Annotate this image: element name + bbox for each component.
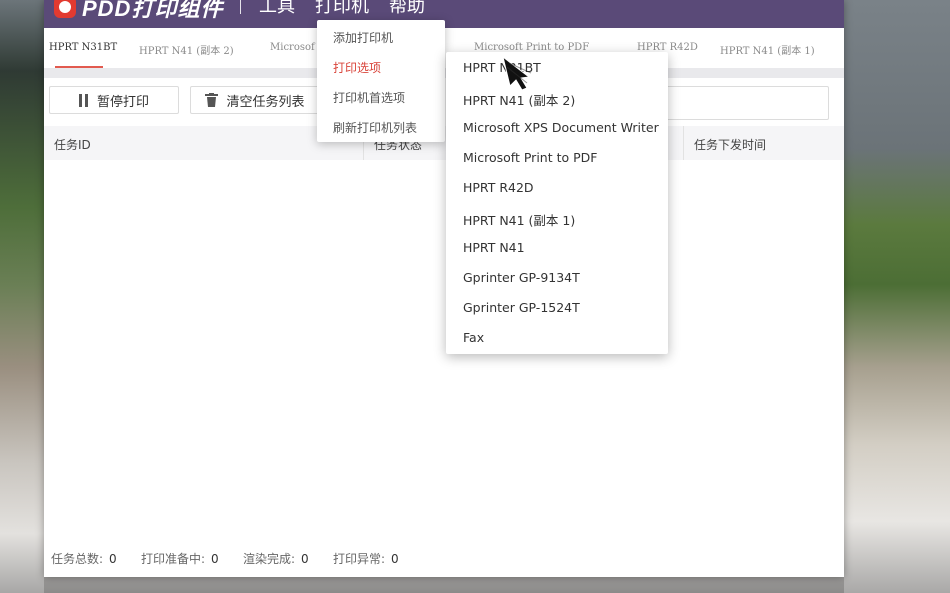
column-task-id: 任务ID	[54, 138, 91, 152]
menu-help[interactable]: 帮助	[389, 0, 425, 18]
stat-error-label: 打印异常:	[333, 552, 386, 566]
stat-total-value: 0	[109, 552, 117, 566]
tab-hprt-n31bt[interactable]: HPRT N31BT	[49, 42, 117, 53]
tab-microsoft-xps[interactable]: Microsof	[270, 42, 315, 53]
menu-add-printer[interactable]: 添加打印机	[333, 29, 393, 46]
submenu-printer-item[interactable]: HPRT N41 (副本 1)	[463, 210, 575, 229]
printer-menu-dropdown: 添加打印机 打印选项 打印机首选项 刷新打印机列表	[317, 20, 445, 142]
submenu-printer-item[interactable]: Microsoft XPS Document Writer	[463, 120, 659, 135]
clear-tasks-button[interactable]: 清空任务列表	[190, 86, 320, 114]
desktop-background-left	[0, 0, 44, 593]
menu-refresh-printers[interactable]: 刷新打印机列表	[333, 119, 417, 136]
pause-print-button[interactable]: 暂停打印	[49, 86, 179, 114]
submenu-printer-item[interactable]: Gprinter GP-9134T	[463, 270, 580, 285]
app-logo: PDD打印组件	[54, 0, 223, 22]
stat-error-value: 0	[391, 552, 399, 566]
hand-cursor-icon	[497, 55, 537, 91]
menu-printer-preferences[interactable]: 打印机首选项	[333, 89, 405, 106]
tab-hprt-n41-copy1[interactable]: HPRT N41 (副本 1)	[720, 42, 815, 57]
column-separator	[683, 126, 684, 160]
submenu-printer-item[interactable]: Fax	[463, 330, 484, 345]
logo-text: PDD打印组件	[82, 0, 224, 21]
pause-print-label: 暂停打印	[96, 94, 149, 110]
status-bar: 任务总数: 0 打印准备中: 0 渲染完成: 0 打印异常: 0	[44, 546, 844, 568]
printer-submenu: HPRT N31BT HPRT N41 (副本 2) Microsoft XPS…	[446, 52, 668, 354]
stat-rendered-label: 渲染完成:	[243, 552, 296, 566]
submenu-printer-item[interactable]: HPRT R42D	[463, 180, 534, 195]
menu-bar: 工具 打印机 帮助	[240, 0, 445, 20]
stat-total: 任务总数: 0	[51, 550, 117, 567]
stat-total-label: 任务总数:	[51, 552, 104, 566]
submenu-printer-item[interactable]: Microsoft Print to PDF	[463, 150, 597, 165]
logo-icon	[54, 0, 76, 18]
tab-hprt-n41-copy2[interactable]: HPRT N41 (副本 2)	[139, 42, 234, 57]
trash-icon	[205, 93, 219, 107]
stat-rendered-value: 0	[301, 552, 309, 566]
stat-error: 打印异常: 0	[333, 550, 399, 567]
search-input[interactable]	[654, 86, 829, 120]
menu-tools[interactable]: 工具	[259, 0, 295, 18]
desktop-background-right	[844, 0, 950, 593]
clear-tasks-label: 清空任务列表	[226, 94, 305, 110]
stat-preparing: 打印准备中: 0	[141, 550, 219, 567]
stat-preparing-label: 打印准备中:	[141, 552, 206, 566]
pause-icon	[78, 93, 89, 107]
menu-print-options[interactable]: 打印选项	[333, 59, 381, 76]
submenu-printer-item[interactable]: Gprinter GP-1524T	[463, 300, 580, 315]
stat-preparing-value: 0	[211, 552, 219, 566]
submenu-printer-item[interactable]: HPRT N41 (副本 2)	[463, 90, 575, 109]
stat-rendered: 渲染完成: 0	[243, 550, 309, 567]
column-task-time: 任务下发时间	[694, 138, 767, 152]
menu-printer[interactable]: 打印机	[315, 0, 369, 18]
menu-separator	[240, 0, 241, 14]
submenu-printer-item[interactable]: HPRT N41	[463, 240, 525, 255]
